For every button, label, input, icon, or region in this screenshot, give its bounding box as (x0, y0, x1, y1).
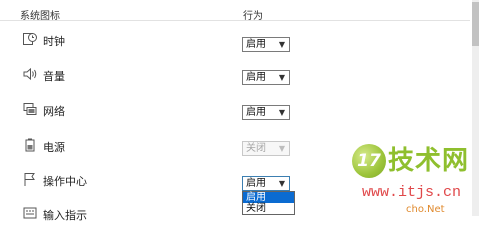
row-label-network: 网络 (43, 105, 65, 118)
clock-behavior-value: 启用 (246, 39, 266, 50)
chevron-down-icon: ▼ (278, 73, 285, 82)
clock-behavior-select[interactable]: 启用 ▼ (242, 37, 290, 52)
scrollbar-thumb[interactable] (472, 2, 479, 46)
volume-behavior-value: 启用 (246, 72, 266, 83)
chevron-down-icon: ▼ (278, 179, 285, 188)
watermark-suffix: .Net (423, 204, 445, 215)
network-icon (22, 101, 38, 117)
chevron-down-icon: ▼ (278, 40, 285, 49)
volume-behavior-select[interactable]: 启用 ▼ (242, 70, 290, 85)
action-center-flag-icon (22, 171, 38, 187)
row-label-input-indicator: 输入指示 (43, 209, 87, 222)
input-indicator-icon (22, 205, 38, 221)
action-center-dropdown-list: 启用 关闭 (242, 191, 295, 215)
clock-icon (22, 31, 38, 47)
power-behavior-select: 关闭 ▼ (242, 141, 290, 156)
watermark-logo-icon: 17 (352, 144, 386, 178)
action-center-behavior-value: 启用 (246, 178, 266, 189)
watermark-brand: 技术网 (388, 146, 470, 176)
action-center-behavior-select[interactable]: 启用 ▼ (242, 176, 290, 191)
watermark-url: www.itjs.cn (362, 184, 462, 201)
watermark-tag: cho (406, 204, 424, 215)
power-icon (22, 137, 38, 153)
dropdown-option-disable[interactable]: 关闭 (243, 203, 294, 214)
power-behavior-value: 关闭 (246, 143, 266, 154)
header-divider (0, 20, 470, 21)
row-label-action-center: 操作中心 (43, 175, 87, 188)
chevron-down-icon: ▼ (278, 108, 285, 117)
watermark: 17 技术网 www.itjs.cn cho.Net (352, 144, 492, 215)
dropdown-option-enable[interactable]: 启用 (243, 192, 294, 203)
row-label-power: 电源 (43, 141, 65, 154)
row-label-clock: 时钟 (43, 35, 65, 48)
watermark-net: cho.Net (406, 204, 445, 215)
chevron-down-icon: ▼ (278, 144, 285, 153)
network-behavior-value: 启用 (246, 107, 266, 118)
volume-icon (22, 66, 38, 82)
network-behavior-select[interactable]: 启用 ▼ (242, 105, 290, 120)
row-label-volume: 音量 (43, 70, 65, 83)
